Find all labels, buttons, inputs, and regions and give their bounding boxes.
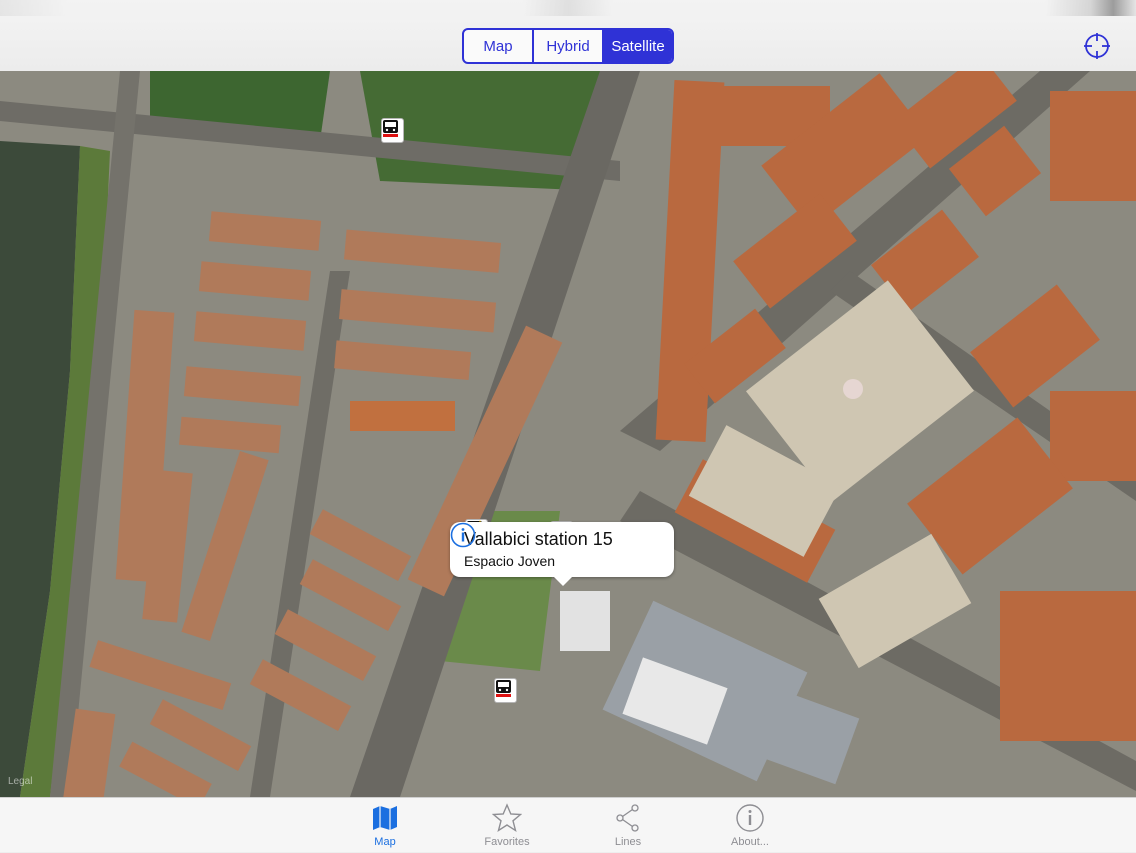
star-icon — [492, 803, 522, 833]
tab-map[interactable]: Map — [340, 798, 430, 853]
callout-title: Vallabici station 15 — [464, 529, 613, 549]
bus-stop-marker[interactable] — [494, 678, 517, 703]
tab-label: Map — [374, 836, 396, 848]
station-callout[interactable]: Vallabici station 15 Espacio Joven — [450, 522, 674, 586]
tab-label: Lines — [614, 836, 642, 848]
toolbar-background-strip — [0, 0, 1136, 16]
segment-satellite[interactable]: Satellite — [602, 30, 672, 62]
tab-favorites[interactable]: Favorites — [462, 798, 552, 853]
bus-stop-marker[interactable] — [381, 118, 404, 143]
map-type-segmented-control: Map Hybrid Satellite — [462, 28, 674, 64]
share-nodes-icon — [616, 804, 639, 832]
satellite-imagery — [0, 71, 1136, 797]
satellite-map[interactable]: Vallabici station 15 Espacio Joven Legal — [0, 71, 1136, 797]
legal-link[interactable]: Legal — [8, 776, 32, 787]
callout-subtitle: Espacio Joven — [464, 553, 556, 569]
top-toolbar: Map Hybrid Satellite — [0, 0, 1136, 71]
courtyard — [843, 379, 863, 399]
tab-bar: Map Favorites Lines About... — [0, 797, 1136, 852]
info-icon — [736, 804, 764, 832]
segment-map[interactable]: Map — [464, 30, 532, 62]
crosshair-locate-icon[interactable] — [1083, 32, 1111, 60]
segment-hybrid[interactable]: Hybrid — [532, 30, 602, 62]
tab-lines[interactable]: Lines — [583, 798, 673, 853]
tab-label: About... — [731, 836, 769, 848]
info-icon[interactable] — [450, 522, 476, 548]
bus-icon — [496, 680, 511, 697]
map-icon — [373, 806, 397, 830]
bus-icon — [383, 120, 398, 137]
tab-about[interactable]: About... — [705, 798, 795, 853]
tab-label: Favorites — [484, 836, 530, 848]
